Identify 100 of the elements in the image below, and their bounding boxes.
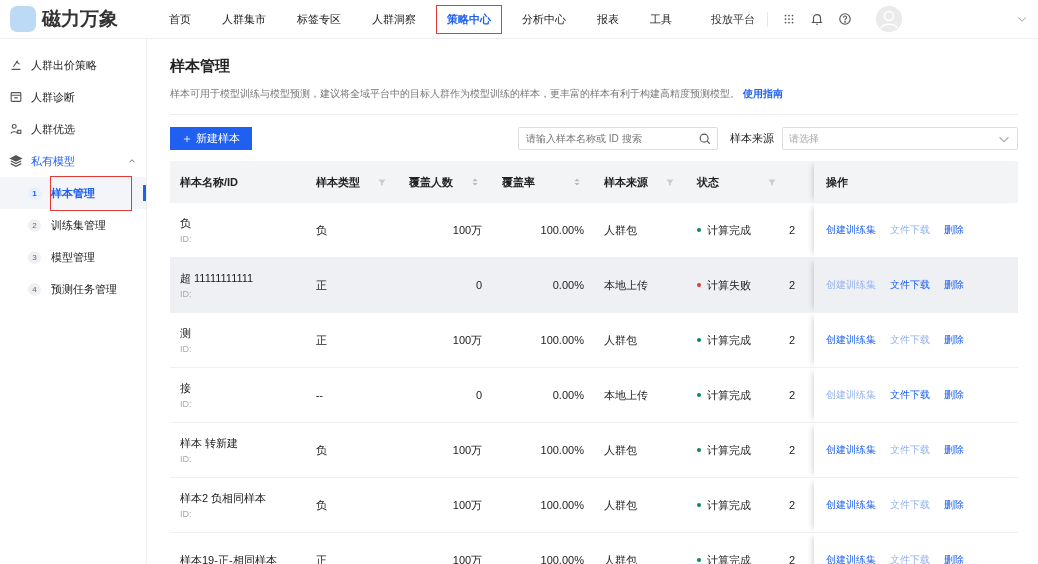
action-link[interactable]: 删除 bbox=[944, 333, 965, 347]
table-cell: 100.00% bbox=[540, 444, 584, 456]
table-cell: 0 bbox=[476, 279, 483, 291]
logo-icon bbox=[10, 6, 36, 32]
grid-icon bbox=[782, 12, 796, 26]
action-link[interactable]: 文件下载 bbox=[890, 388, 931, 402]
table-cell: 100万 bbox=[452, 498, 483, 511]
table-cell: 2 bbox=[788, 389, 796, 401]
table-cell: 人群包 bbox=[603, 223, 637, 236]
filter-label: 样本来源 bbox=[730, 131, 774, 146]
status-text: 计算完成 bbox=[707, 332, 752, 348]
sample-name: 接 bbox=[180, 381, 192, 396]
step-item[interactable]: 3 模型管理 bbox=[0, 241, 146, 273]
table-cell: 人群包 bbox=[603, 333, 637, 346]
sample-name: 测 bbox=[180, 326, 192, 341]
column-header: 状态 bbox=[697, 174, 720, 190]
table-cell: 2 bbox=[788, 444, 796, 456]
table-cell: 2 bbox=[788, 224, 796, 236]
table-cell: 本地上传 bbox=[603, 278, 648, 291]
sample-name: 超 11111111111 bbox=[180, 271, 255, 286]
column-header: 操作 bbox=[826, 174, 849, 190]
table-cell: 负 bbox=[315, 443, 327, 456]
nav-tab[interactable]: 标签专区 bbox=[286, 4, 352, 34]
table-cell: 人群包 bbox=[603, 443, 637, 456]
nav-tab[interactable]: 人群洞察 bbox=[361, 4, 427, 34]
people-icon bbox=[9, 122, 23, 136]
status-text: 计算完成 bbox=[707, 497, 752, 513]
sample-id: ID: bbox=[180, 509, 193, 519]
status-text: 计算完成 bbox=[707, 222, 752, 238]
nav-tab[interactable]: 工具 bbox=[639, 4, 683, 34]
sidebar-item[interactable]: 人群诊断 bbox=[0, 81, 146, 113]
action-link[interactable]: 创建训练集 bbox=[826, 223, 877, 237]
action-link[interactable]: 删除 bbox=[944, 498, 965, 512]
column-header: 样本来源 bbox=[603, 174, 648, 190]
action-link[interactable]: 删除 bbox=[944, 223, 965, 237]
step-item[interactable]: 2 训练集管理 bbox=[0, 209, 146, 241]
sample-id: ID: bbox=[180, 289, 193, 299]
sample-id: ID: bbox=[180, 344, 193, 354]
table-cell: 100万 bbox=[452, 333, 483, 346]
sample-name: 负 bbox=[180, 216, 192, 231]
step-item[interactable]: 4 预测任务管理 bbox=[0, 273, 146, 305]
table-cell: 2 bbox=[788, 499, 796, 511]
column-header: 覆盖人数 bbox=[408, 174, 453, 190]
sidebar-item[interactable]: 人群优选 bbox=[0, 113, 146, 145]
action-link[interactable]: 删除 bbox=[944, 553, 965, 564]
table-cell: 负 bbox=[315, 498, 327, 511]
bell-icon bbox=[810, 12, 824, 26]
sidebar-item[interactable]: 人群出价策略 bbox=[0, 49, 146, 81]
nav-tab[interactable]: 策略中心 bbox=[436, 4, 502, 34]
table-cell: 2 bbox=[788, 334, 796, 346]
table-cell: 0 bbox=[476, 389, 483, 401]
table-cell: 100.00% bbox=[540, 554, 584, 564]
sample-name: 样本 转新建 bbox=[180, 436, 240, 451]
table-cell: 100万 bbox=[452, 443, 483, 456]
table-cell: 负 bbox=[315, 223, 327, 236]
search-icon bbox=[698, 132, 712, 146]
table-cell: 本地上传 bbox=[603, 388, 648, 401]
description-text: 样本可用于模型训练与模型预测，建议将全域平台中的目标人群作为模型训练的样本，更丰富的样本有利于构建高精度预测模型。 bbox=[170, 88, 740, 99]
table-cell: 100.00% bbox=[540, 224, 584, 236]
archive-icon bbox=[9, 90, 23, 104]
status-text: 计算完成 bbox=[707, 442, 752, 458]
brand-name: 磁力万象 bbox=[42, 7, 118, 31]
help-icon bbox=[838, 12, 852, 26]
action-link[interactable]: 删除 bbox=[944, 443, 965, 457]
action-link[interactable]: 创建训练集 bbox=[826, 498, 877, 512]
table-cell: 人群包 bbox=[603, 498, 637, 511]
gavel-icon bbox=[9, 58, 23, 72]
table-cell: 100万 bbox=[452, 223, 483, 236]
nav-tab[interactable]: 报表 bbox=[586, 4, 630, 34]
action-link[interactable]: 创建训练集 bbox=[826, 553, 877, 564]
nav-tab[interactable]: 分析中心 bbox=[511, 4, 577, 34]
table-cell: -- bbox=[315, 389, 323, 401]
column-header: 覆盖率 bbox=[502, 174, 536, 190]
action-link[interactable]: 创建训练集 bbox=[826, 333, 877, 347]
sample-id: ID: bbox=[180, 234, 193, 244]
search-field[interactable]: 请输入样本名称或 ID 搜索 bbox=[518, 127, 718, 150]
table-cell: 正 bbox=[315, 278, 327, 291]
sample-name: 样本2 负相同样本 bbox=[180, 491, 268, 506]
column-header: 样本名称/ID bbox=[180, 174, 239, 190]
layers-icon bbox=[9, 154, 23, 168]
nav-tab[interactable]: 首页 bbox=[158, 4, 202, 34]
platform-link[interactable]: 投放平台 bbox=[711, 11, 768, 27]
action-link[interactable]: 删除 bbox=[944, 388, 965, 402]
table-cell: 正 bbox=[315, 553, 327, 564]
sample-id: ID: bbox=[180, 399, 193, 409]
table-cell: 0.00% bbox=[552, 389, 584, 401]
nav-tab[interactable]: 人群集市 bbox=[211, 4, 277, 34]
guide-link[interactable]: 使用指南 bbox=[742, 88, 783, 99]
page-title: 样本管理 bbox=[170, 57, 231, 76]
new-sample-button[interactable]: 新建样本 bbox=[170, 127, 252, 150]
action-link[interactable]: 文件下载 bbox=[890, 278, 931, 292]
status-text: 计算失败 bbox=[707, 277, 752, 293]
sample-id: ID: bbox=[180, 454, 193, 464]
action-link[interactable]: 创建训练集 bbox=[826, 443, 877, 457]
table-cell: 100.00% bbox=[540, 499, 584, 511]
table-cell: 0.00% bbox=[552, 279, 584, 291]
status-text: 计算完成 bbox=[707, 387, 752, 403]
step-item[interactable]: 1 样本管理 bbox=[0, 177, 146, 209]
action-link[interactable]: 删除 bbox=[944, 278, 965, 292]
sidebar-item[interactable]: 私有模型 bbox=[0, 145, 146, 177]
